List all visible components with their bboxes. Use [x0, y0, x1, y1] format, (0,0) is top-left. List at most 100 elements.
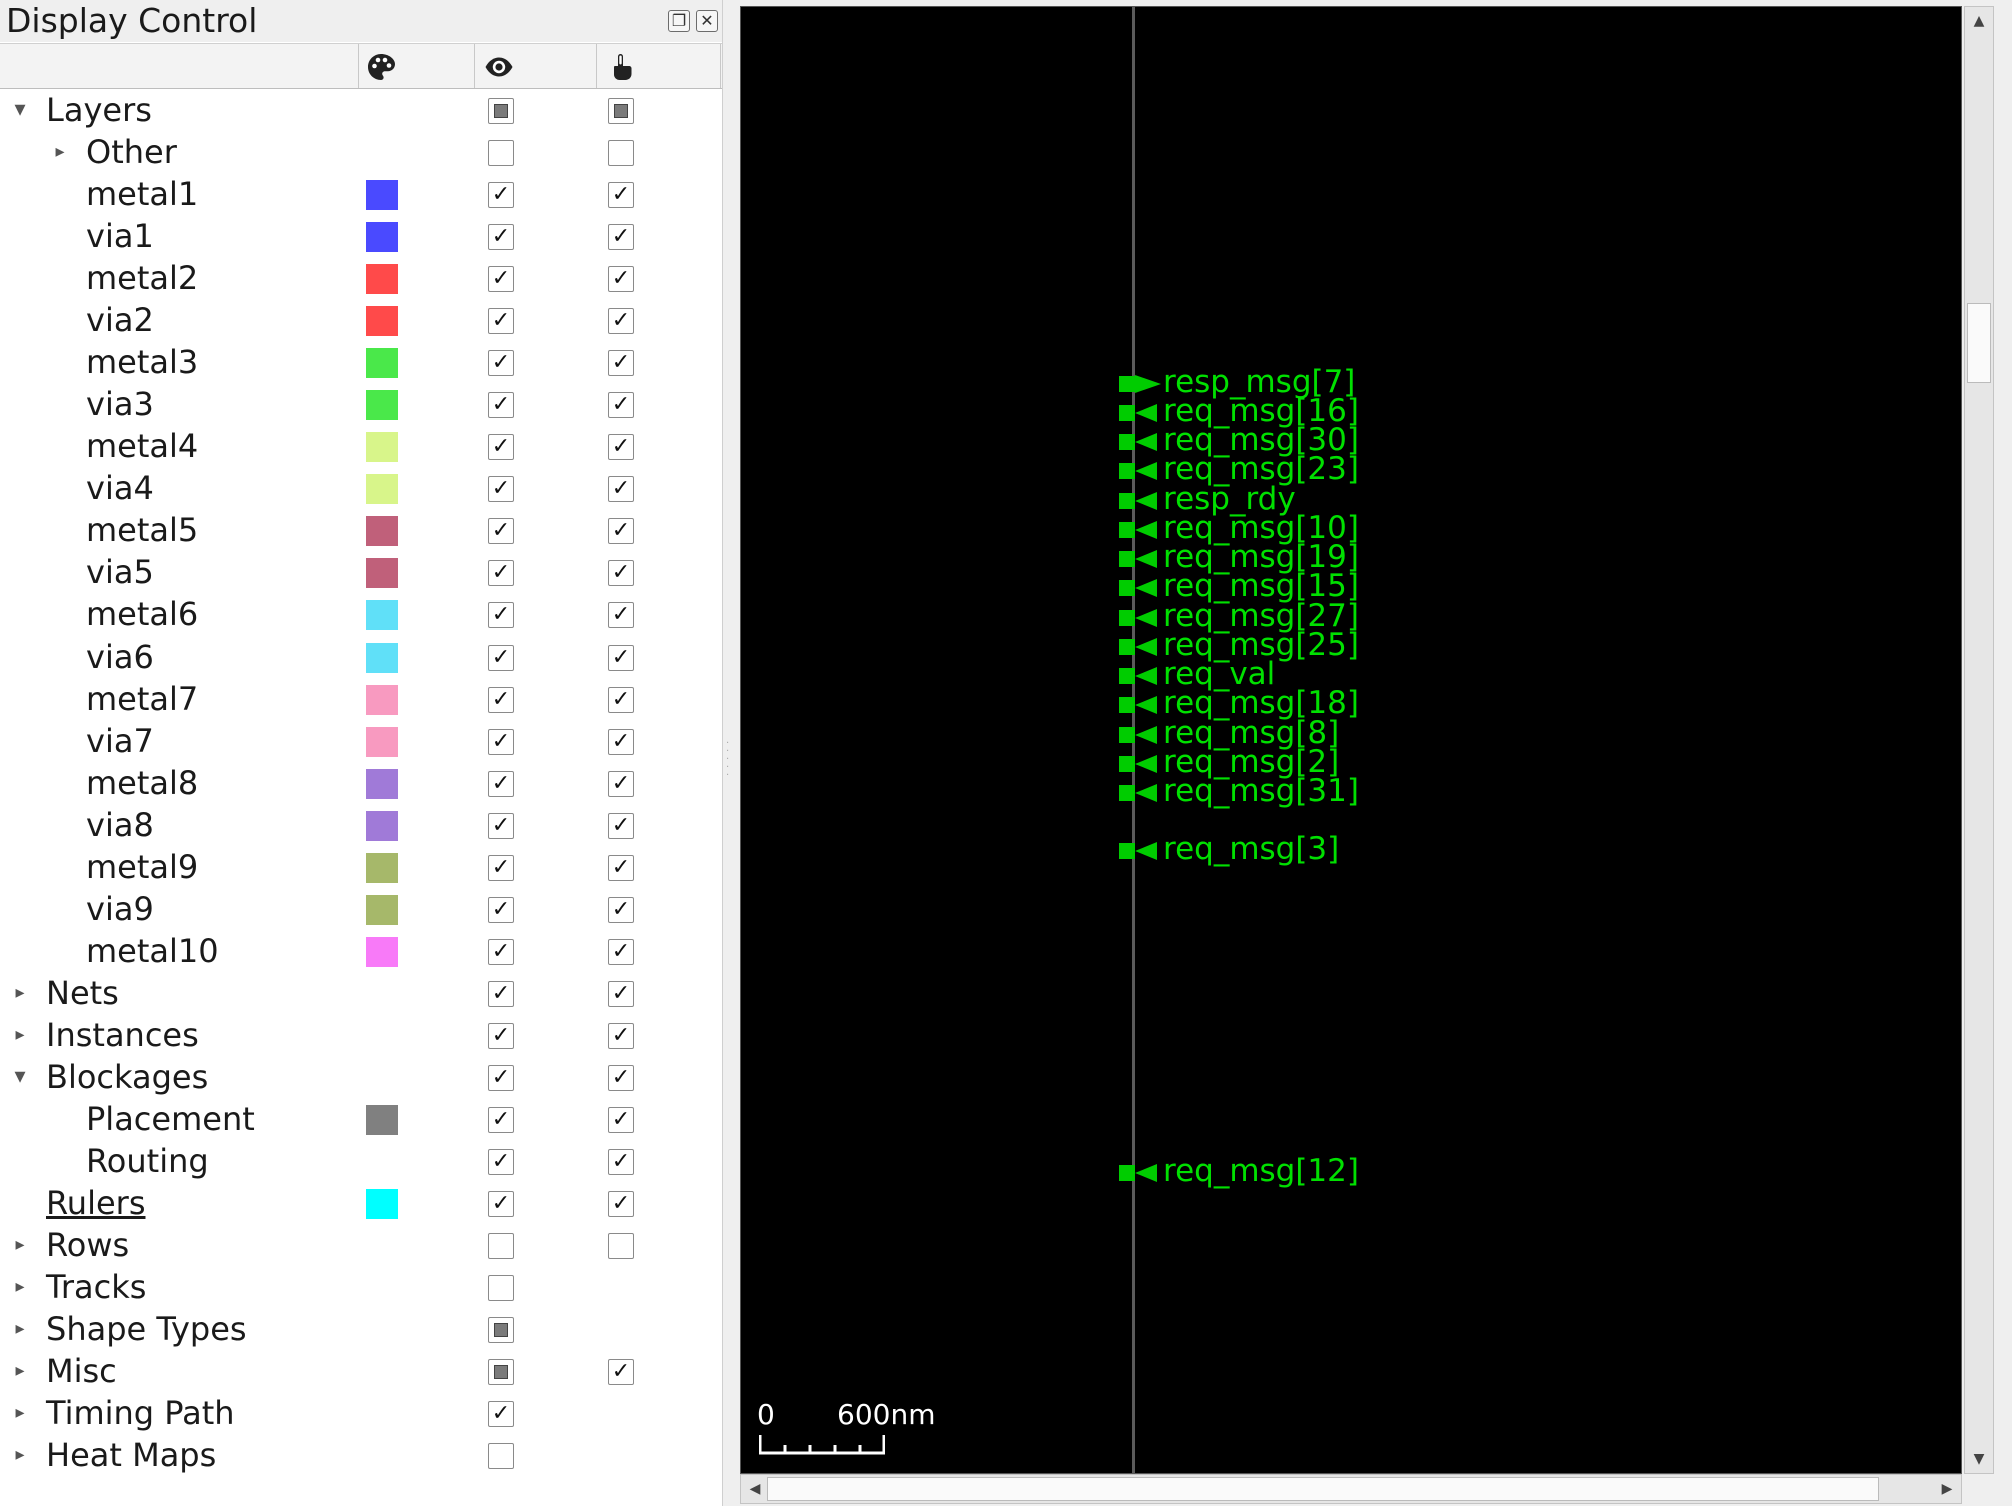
selectable-checkbox[interactable]: ✓: [608, 392, 634, 419]
tree-row-metal1[interactable]: metal1 ✓ ✓: [0, 173, 722, 215]
selectable-checkbox[interactable]: ✓: [608, 1149, 634, 1175]
scroll-right-icon[interactable]: ▶: [1933, 1475, 1961, 1503]
visibility-checkbox[interactable]: ✓: [488, 1106, 514, 1133]
selectable-checkbox[interactable]: ✓: [608, 308, 634, 335]
selectable-checkbox[interactable]: ✓: [608, 266, 634, 293]
tree-row-via7[interactable]: via7 ✓ ✓: [0, 720, 722, 762]
selectable-checkbox[interactable]: ✓: [608, 728, 634, 755]
tree-row-via3[interactable]: via3 ✓ ✓: [0, 383, 722, 425]
visibility-checkbox[interactable]: [488, 98, 514, 124]
layer-color-swatch[interactable]: [366, 810, 398, 841]
selectable-checkbox[interactable]: ✓: [608, 812, 634, 839]
layer-color-swatch[interactable]: [366, 348, 398, 379]
visibility-checkbox[interactable]: ✓: [488, 1191, 514, 1218]
io-pin[interactable]: req_msg[12]: [741, 1153, 1741, 1189]
pointer-hand-icon[interactable]: [606, 52, 636, 82]
tree-row-routing[interactable]: Routing ✓ ✓: [0, 1140, 722, 1182]
selectable-checkbox[interactable]: ✓: [608, 476, 634, 503]
selectable-checkbox[interactable]: ✓: [608, 1022, 634, 1049]
visibility-checkbox[interactable]: ✓: [488, 896, 514, 923]
chevron-right-icon[interactable]: ▸: [10, 1392, 30, 1434]
visibility-checkbox[interactable]: ✓: [488, 980, 514, 1007]
layer-color-swatch[interactable]: [366, 558, 398, 589]
layer-color-swatch[interactable]: [366, 1104, 398, 1135]
vertical-scroll-thumb[interactable]: [1967, 303, 1991, 383]
visibility-checkbox[interactable]: [488, 140, 514, 167]
tree-row-nets[interactable]: ▸ Nets ✓ ✓: [0, 972, 722, 1014]
visibility-checkbox[interactable]: ✓: [488, 224, 514, 251]
tree-row-via4[interactable]: via4 ✓ ✓: [0, 467, 722, 509]
tree-row-metal5[interactable]: metal5 ✓ ✓: [0, 509, 722, 551]
scroll-left-icon[interactable]: ◀: [741, 1475, 769, 1503]
chevron-down-icon[interactable]: ▾: [10, 1056, 30, 1098]
tree-row-other[interactable]: ▸ Other: [0, 131, 722, 173]
color-palette-icon[interactable]: [366, 52, 396, 82]
chevron-right-icon[interactable]: ▸: [10, 1308, 30, 1350]
visibility-checkbox[interactable]: ✓: [488, 1401, 514, 1428]
visibility-checkbox[interactable]: ✓: [488, 1022, 514, 1049]
visibility-checkbox[interactable]: ✓: [488, 266, 514, 293]
layer-color-swatch[interactable]: [366, 600, 398, 631]
visibility-checkbox[interactable]: ✓: [488, 350, 514, 377]
visibility-checkbox[interactable]: ✓: [488, 1064, 514, 1091]
selectable-checkbox[interactable]: [608, 140, 634, 167]
selectable-checkbox[interactable]: [608, 1233, 634, 1260]
tree-row-metal4[interactable]: metal4 ✓ ✓: [0, 425, 722, 467]
visibility-checkbox[interactable]: [488, 1275, 514, 1302]
selectable-checkbox[interactable]: ✓: [608, 602, 634, 629]
selectable-checkbox[interactable]: ✓: [608, 518, 634, 545]
tree-row-timing-path[interactable]: ▸ Timing Path ✓: [0, 1392, 722, 1434]
layer-color-swatch[interactable]: [366, 306, 398, 337]
chevron-right-icon[interactable]: ▸: [10, 1224, 30, 1266]
visibility-checkbox[interactable]: ✓: [488, 182, 514, 209]
selectable-checkbox[interactable]: ✓: [608, 560, 634, 587]
tree-row-rulers[interactable]: Rulers ✓ ✓: [0, 1182, 722, 1224]
visibility-checkbox[interactable]: ✓: [488, 308, 514, 335]
chevron-right-icon[interactable]: ▸: [10, 1014, 30, 1056]
selectable-checkbox[interactable]: ✓: [608, 938, 634, 965]
tree-row-placement[interactable]: Placement ✓ ✓: [0, 1098, 722, 1140]
float-icon[interactable]: ❐: [668, 10, 690, 32]
tree-row-via9[interactable]: via9 ✓ ✓: [0, 888, 722, 930]
chevron-right-icon[interactable]: ▸: [10, 1434, 30, 1476]
chevron-right-icon[interactable]: ▸: [10, 972, 30, 1014]
chevron-right-icon[interactable]: ▸: [10, 1350, 30, 1392]
tree-row-via5[interactable]: via5 ✓ ✓: [0, 551, 722, 593]
tree-row-shape-types[interactable]: ▸ Shape Types: [0, 1308, 722, 1350]
selectable-checkbox[interactable]: ✓: [608, 980, 634, 1007]
horizontal-scroll-thumb[interactable]: [767, 1477, 1879, 1501]
selectable-checkbox[interactable]: ✓: [608, 1191, 634, 1218]
visibility-checkbox[interactable]: ✓: [488, 686, 514, 713]
chevron-right-icon[interactable]: ▸: [10, 1266, 30, 1308]
tree-row-via1[interactable]: via1 ✓ ✓: [0, 215, 722, 257]
visibility-checkbox[interactable]: [488, 1233, 514, 1260]
selectable-checkbox[interactable]: ✓: [608, 1359, 634, 1386]
selectable-checkbox[interactable]: ✓: [608, 854, 634, 881]
layer-color-swatch[interactable]: [366, 894, 398, 925]
layer-color-swatch[interactable]: [366, 684, 398, 715]
tree-row-tracks[interactable]: ▸ Tracks: [0, 1266, 722, 1308]
chevron-down-icon[interactable]: ▾: [10, 89, 30, 131]
visibility-checkbox[interactable]: ✓: [488, 938, 514, 965]
tree-row-metal2[interactable]: metal2 ✓ ✓: [0, 257, 722, 299]
selectable-checkbox[interactable]: ✓: [608, 182, 634, 209]
vertical-scrollbar[interactable]: ▲ ▼: [1964, 6, 1994, 1474]
layer-color-swatch[interactable]: [366, 390, 398, 421]
layer-color-swatch[interactable]: [366, 936, 398, 967]
layer-color-swatch[interactable]: [366, 852, 398, 883]
tree-row-layers[interactable]: ▾ Layers: [0, 89, 722, 131]
selectable-checkbox[interactable]: ✓: [608, 224, 634, 251]
tree-row-metal7[interactable]: metal7 ✓ ✓: [0, 678, 722, 720]
visibility-checkbox[interactable]: [488, 1443, 514, 1470]
layer-color-swatch[interactable]: [366, 264, 398, 295]
tree-row-heat-maps[interactable]: ▸ Heat Maps: [0, 1434, 722, 1476]
tree-row-metal9[interactable]: metal9 ✓ ✓: [0, 846, 722, 888]
io-pin[interactable]: req_msg[23]: [741, 451, 1741, 487]
visibility-checkbox[interactable]: ✓: [488, 1149, 514, 1175]
selectable-checkbox[interactable]: ✓: [608, 434, 634, 461]
layer-color-swatch[interactable]: [366, 642, 398, 673]
layer-color-swatch[interactable]: [366, 768, 398, 799]
visibility-checkbox[interactable]: ✓: [488, 434, 514, 461]
selectable-checkbox[interactable]: [608, 98, 634, 124]
layout-canvas[interactable]: resp_msg[7] req_msg[16] req_msg[30] req_msg…: [740, 6, 1962, 1474]
